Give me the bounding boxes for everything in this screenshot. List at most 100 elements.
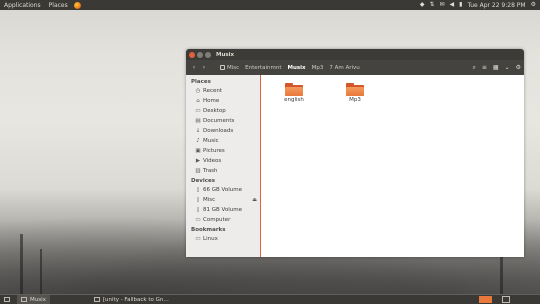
sidebar: Places ◷ Recent ⌂ Home ▭ Desktop ▤ Documents…	[186, 75, 261, 257]
applications-menu[interactable]: Applications	[0, 2, 45, 9]
breadcrumb-label: Misc	[227, 64, 240, 71]
sidebar-item-linux[interactable]: ▭ Linux	[186, 234, 260, 244]
sidebar-item-recent[interactable]: ◷ Recent	[186, 86, 260, 96]
sidebar-item-pictures[interactable]: ▣ Pictures	[186, 146, 260, 156]
system-tray: ◆ ⇅ ✉ ◀ ▮ Tue Apr 22 9:28 PM ⚙	[420, 0, 536, 10]
top-panel: Applications Places ◆ ⇅ ✉ ◀ ▮ Tue Apr 22…	[0, 0, 540, 10]
chevron-down-icon[interactable]: ⌄	[505, 63, 510, 73]
clock-icon: ◷	[195, 88, 201, 94]
folder-label: Mp3	[349, 97, 361, 103]
forward-button[interactable]: ›	[199, 63, 209, 73]
window-icon	[21, 297, 27, 302]
user-icon[interactable]: ⚙	[531, 0, 536, 10]
sidebar-item-label: Documents	[203, 118, 235, 124]
sidebar-item-music[interactable]: ♪ Music	[186, 136, 260, 146]
list-view-icon[interactable]: ≡	[482, 63, 487, 73]
folder-label: english	[284, 97, 304, 103]
pictures-icon: ▣	[195, 148, 201, 154]
videos-icon: ▶	[195, 158, 201, 164]
breadcrumb-item-current[interactable]: Musix	[284, 63, 308, 73]
trash-icon: ▥	[195, 168, 201, 174]
sidebar-item-label: Linux	[203, 236, 218, 242]
close-icon[interactable]	[189, 51, 195, 58]
sidebar-heading-places: Places	[191, 79, 211, 85]
show-desktop-button[interactable]	[0, 295, 17, 304]
file-view[interactable]: english Mp3	[261, 75, 524, 257]
breadcrumb-item[interactable]: Entertainmnt	[242, 63, 284, 73]
wallpaper-tree	[40, 249, 42, 294]
maximize-icon[interactable]	[205, 51, 211, 58]
sidebar-item-documents[interactable]: ▤ Documents	[186, 116, 260, 126]
sidebar-item-label: Music	[203, 138, 219, 144]
sidebar-item-downloads[interactable]: ↓ Downloads	[186, 126, 260, 136]
sidebar-item-trash[interactable]: ▥ Trash	[186, 166, 260, 176]
drive-icon: ▯	[196, 197, 200, 203]
sidebar-item-label: Desktop	[203, 108, 226, 114]
toolbar-actions: ⌕ ≡ ▦ ⌄ ⚙	[473, 63, 522, 73]
wallpaper-tree	[20, 234, 23, 294]
sidebar-item-misc[interactable]: ▯ Misc ⏏	[186, 195, 260, 205]
breadcrumb-item[interactable]: 7 Am Arivu	[326, 63, 362, 73]
toolbar: ‹ › Misc Entertainmnt Musix Mp3 7 Am Ari…	[186, 60, 524, 75]
file-manager-window: Musix ‹ › Misc Entertainmnt Musix Mp3 7 …	[186, 49, 524, 257]
sidebar-item-label: Computer	[203, 217, 231, 223]
breadcrumb-item[interactable]: Misc	[217, 63, 242, 73]
window-titlebar[interactable]: Musix	[186, 49, 524, 60]
folder-item[interactable]: english	[279, 83, 309, 103]
workspace-switcher-active[interactable]	[479, 296, 492, 303]
sidebar-item-label: 81 GB Volume	[203, 207, 242, 213]
gear-icon[interactable]: ⚙	[516, 63, 521, 73]
sidebar-item-home[interactable]: ⌂ Home	[186, 96, 260, 106]
computer-icon: ▭	[195, 217, 201, 223]
clock[interactable]: Tue Apr 22 9:28 PM	[467, 2, 525, 9]
music-icon: ♪	[196, 138, 200, 144]
window-body: Places ◷ Recent ⌂ Home ▭ Desktop ▤ Documents…	[186, 75, 524, 257]
email-icon[interactable]: ✉	[439, 0, 444, 10]
sidebar-item-desktop[interactable]: ▭ Desktop	[186, 106, 260, 116]
taskbar-item-musix[interactable]: Musix	[17, 295, 50, 304]
sidebar-item-label: 66 GB Volume	[203, 187, 242, 193]
places-menu[interactable]: Places	[45, 2, 72, 9]
sidebar-item-label: Home	[203, 98, 220, 104]
taskbar-item-unity[interactable]: [unity - Fallback to Gn…	[90, 295, 173, 304]
firefox-icon[interactable]	[73, 1, 81, 9]
grid-view-icon[interactable]: ▦	[493, 63, 499, 73]
sidebar-item-81gb-volume[interactable]: ▯ 81 GB Volume	[186, 205, 260, 215]
sidebar-item-videos[interactable]: ▶ Videos	[186, 156, 260, 166]
folder-icon	[285, 83, 303, 96]
folder-item[interactable]: Mp3	[340, 83, 370, 103]
dropbox-icon[interactable]: ◆	[420, 0, 425, 10]
back-button[interactable]: ‹	[189, 63, 199, 73]
desktop-icon	[4, 297, 10, 302]
drive-icon: ▯	[196, 207, 200, 213]
eject-icon[interactable]: ⏏	[252, 197, 257, 203]
window-icon	[93, 297, 100, 302]
sidebar-item-computer[interactable]: ▭ Computer	[186, 215, 260, 225]
breadcrumb: Misc Entertainmnt Musix Mp3 7 Am Arivu	[217, 63, 363, 73]
folder-icon	[346, 83, 364, 96]
documents-icon: ▤	[195, 118, 201, 124]
sidebar-item-label: Recent	[203, 88, 223, 94]
network-icon[interactable]: ⇅	[429, 0, 434, 10]
sidebar-item-label: Pictures	[203, 148, 225, 154]
taskbar-item-label: [unity - Fallback to Gn…	[102, 296, 169, 303]
sidebar-item-66gb-volume[interactable]: ▯ 66 GB Volume	[186, 185, 260, 195]
minimize-icon[interactable]	[197, 51, 203, 58]
volume-icon[interactable]: ◀	[450, 0, 455, 10]
window-title: Musix	[216, 51, 235, 58]
drive-icon: ▯	[196, 187, 200, 193]
home-icon: ⌂	[196, 98, 200, 104]
download-icon: ↓	[195, 128, 201, 134]
sidebar-heading-bookmarks: Bookmarks	[191, 227, 226, 233]
sidebar-item-label: Trash	[203, 168, 218, 174]
battery-icon[interactable]: ▮	[459, 0, 462, 10]
sidebar-item-label: Videos	[203, 158, 222, 164]
bottom-panel: Musix [unity - Fallback to Gn…	[0, 295, 540, 304]
search-icon[interactable]: ⌕	[473, 63, 476, 73]
sidebar-item-label: Misc	[203, 197, 216, 203]
drive-icon	[220, 64, 225, 70]
breadcrumb-item[interactable]: Mp3	[309, 63, 327, 73]
sidebar-heading-devices: Devices	[191, 178, 216, 184]
sidebar-item-label: Downloads	[203, 128, 234, 134]
trash-applet-icon[interactable]	[502, 296, 510, 303]
